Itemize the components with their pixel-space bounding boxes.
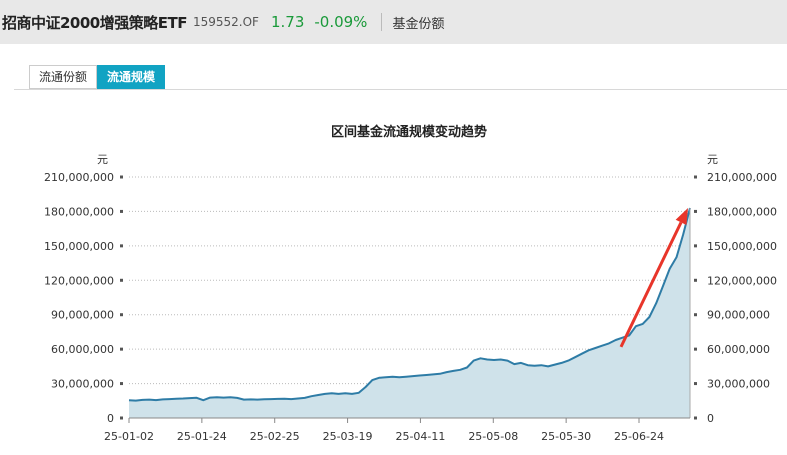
series-area-fill — [129, 208, 690, 418]
x-tick-label: 25-05-30 — [541, 430, 591, 443]
y-tick-left — [120, 209, 123, 213]
y-tick-right — [694, 278, 697, 282]
y-tick-left — [120, 382, 123, 386]
y-tick-label-left: 0 — [107, 412, 114, 425]
annotation-arrow-head — [675, 207, 688, 226]
x-tick-label: 25-04-11 — [395, 430, 445, 443]
scale-trend-chart: 区间基金流通规模变动趋势 元 元 0 0 30,000,000 30,000,000 6… — [44, 124, 777, 443]
y-tick-label-right: 90,000,000 — [707, 309, 770, 322]
y-tick-left — [120, 416, 123, 420]
y-unit-left: 元 — [97, 153, 108, 166]
y-tick-left — [120, 347, 123, 351]
y-tick-right — [694, 347, 697, 351]
y-tick-right — [694, 382, 697, 386]
y-tick-label-left: 60,000,000 — [51, 343, 114, 356]
y-tick-label-right: 210,000,000 — [707, 171, 777, 184]
y-tick-label-left: 30,000,000 — [51, 378, 114, 391]
y-tick-left — [120, 313, 123, 317]
area-layer — [128, 207, 691, 418]
y-tick-label-left: 90,000,000 — [51, 309, 114, 322]
y-tick-right — [694, 416, 697, 420]
y-tick-label-right: 30,000,000 — [707, 378, 770, 391]
y-tick-label-right: 180,000,000 — [707, 205, 777, 218]
y-tick-right — [694, 244, 697, 248]
y-tick-label-left: 150,000,000 — [44, 240, 114, 253]
x-tick-label: 25-06-24 — [614, 430, 664, 443]
y-tick-right — [694, 209, 697, 213]
x-tick-label: 25-01-24 — [177, 430, 227, 443]
x-tick-label: 25-03-19 — [323, 430, 373, 443]
y-tick-left — [120, 244, 123, 248]
chart-title: 区间基金流通规模变动趋势 — [331, 124, 487, 140]
x-tick-label: 25-05-08 — [468, 430, 518, 443]
y-tick-label-left: 210,000,000 — [44, 171, 114, 184]
y-tick-label-right: 150,000,000 — [707, 240, 777, 253]
y-tick-left — [120, 278, 123, 282]
y-tick-right — [694, 175, 697, 179]
y-unit-right: 元 — [707, 153, 718, 166]
x-tick-label: 25-01-02 — [104, 430, 154, 443]
y-tick-left — [120, 175, 123, 179]
y-tick-label-right: 120,000,000 — [707, 274, 777, 287]
y-tick-label-left: 120,000,000 — [44, 274, 114, 287]
y-tick-right — [694, 313, 697, 317]
y-tick-label-right: 0 — [707, 412, 714, 425]
y-tick-label-right: 60,000,000 — [707, 343, 770, 356]
y-tick-label-left: 180,000,000 — [44, 205, 114, 218]
x-tick-label: 25-02-25 — [250, 430, 300, 443]
